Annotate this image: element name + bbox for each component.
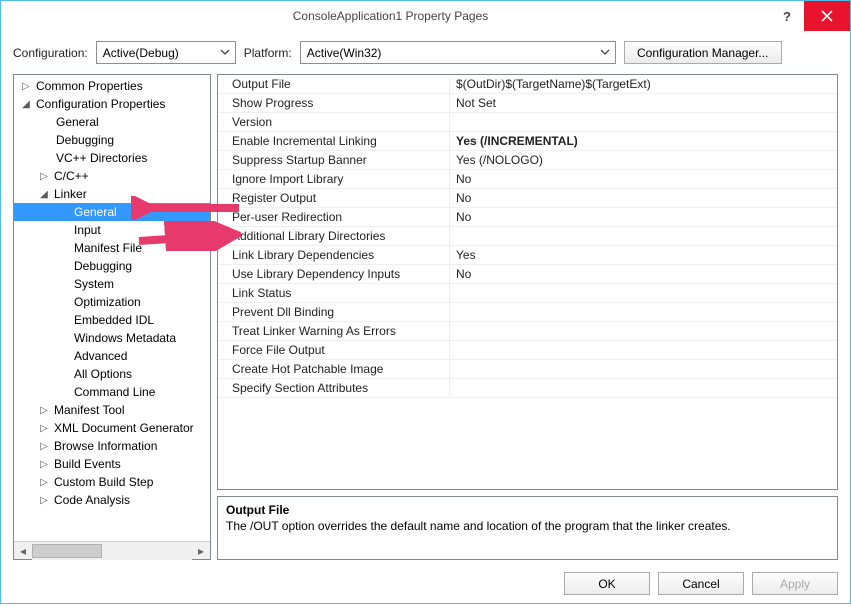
platform-value: Active(Win32) [307,46,382,60]
prop-value[interactable]: No [450,170,837,189]
tree-item-linker-optimization[interactable]: Optimization [14,293,210,311]
tree-item-code-analysis[interactable]: ▷Code Analysis [14,491,210,509]
close-icon [821,10,833,22]
prop-name: Output File [218,75,450,94]
tree[interactable]: ▷Common Properties ◢Configuration Proper… [14,75,210,541]
tree-item-configuration-properties[interactable]: ◢Configuration Properties [14,95,210,113]
prop-name: Show Progress [218,94,450,113]
prop-name: Prevent Dll Binding [218,303,450,322]
tree-item-linker-command-line[interactable]: Command Line [14,383,210,401]
tree-item-ccpp[interactable]: ▷C/C++ [14,167,210,185]
tree-item-linker-embedded-idl[interactable]: Embedded IDL [14,311,210,329]
prop-name: Create Hot Patchable Image [218,360,450,379]
apply-button[interactable]: Apply [752,572,838,595]
scroll-right-icon[interactable]: ▸ [192,542,210,560]
configuration-combo[interactable]: Active(Debug) [96,41,236,64]
platform-combo[interactable]: Active(Win32) [300,41,616,64]
tree-item-general[interactable]: General [14,113,210,131]
expand-icon[interactable]: ▷ [20,81,32,92]
platform-label: Platform: [244,46,292,60]
tree-item-linker-all-options[interactable]: All Options [14,365,210,383]
prop-name: Ignore Import Library [218,170,450,189]
collapse-icon[interactable]: ◢ [38,189,50,200]
prop-value[interactable] [450,379,837,398]
prop-name: Register Output [218,189,450,208]
chevron-down-icon [219,46,231,58]
ok-button[interactable]: OK [564,572,650,595]
prop-value[interactable]: Yes (/INCREMENTAL) [450,132,837,151]
prop-name: Version [218,113,450,132]
prop-name: Link Status [218,284,450,303]
tree-item-vcpp-directories[interactable]: VC++ Directories [14,149,210,167]
cancel-button[interactable]: Cancel [658,572,744,595]
tree-item-linker-advanced[interactable]: Advanced [14,347,210,365]
prop-value[interactable] [450,284,837,303]
close-button[interactable] [804,1,850,31]
prop-value[interactable] [450,322,837,341]
tree-hscrollbar[interactable]: ◂ ▸ [14,541,210,559]
tree-item-manifest-tool[interactable]: ▷Manifest Tool [14,401,210,419]
tree-item-xml-document-generator[interactable]: ▷XML Document Generator [14,419,210,437]
tree-item-linker-debugging[interactable]: Debugging [14,257,210,275]
prop-name: Treat Linker Warning As Errors [218,322,450,341]
prop-name: Per-user Redirection [218,208,450,227]
tree-item-linker-windows-metadata[interactable]: Windows Metadata [14,329,210,347]
tree-item-debugging[interactable]: Debugging [14,131,210,149]
description-body: The /OUT option overrides the default na… [226,519,829,533]
prop-value[interactable]: No [450,189,837,208]
tree-item-browse-information[interactable]: ▷Browse Information [14,437,210,455]
expand-icon[interactable]: ▷ [38,171,50,182]
prop-name: Force File Output [218,341,450,360]
prop-value[interactable] [450,360,837,379]
prop-value[interactable] [450,341,837,360]
titlebar: ConsoleApplication1 Property Pages ? [1,1,850,31]
prop-name: Suppress Startup Banner [218,151,450,170]
tree-item-common-properties[interactable]: ▷Common Properties [14,77,210,95]
prop-value[interactable]: No [450,265,837,284]
property-grid[interactable]: Output File$(OutDir)$(TargetName)$(Targe… [217,74,838,490]
expand-icon[interactable]: ▷ [38,405,50,416]
prop-value[interactable]: Not Set [450,94,837,113]
help-button[interactable]: ? [770,1,804,31]
prop-name: Additional Library Directories [218,227,450,246]
scroll-left-icon[interactable]: ◂ [14,542,32,560]
tree-item-linker-general[interactable]: General [14,203,210,221]
prop-value[interactable]: $(OutDir)$(TargetName)$(TargetExt) [450,75,837,94]
scroll-thumb[interactable] [32,544,102,558]
prop-name: Specify Section Attributes [218,379,450,398]
expand-icon[interactable]: ▷ [38,459,50,470]
tree-item-build-events[interactable]: ▷Build Events [14,455,210,473]
configuration-value: Active(Debug) [103,46,179,60]
configuration-manager-button[interactable]: Configuration Manager... [624,41,782,64]
prop-name: Use Library Dependency Inputs [218,265,450,284]
prop-value[interactable]: Yes (/NOLOGO) [450,151,837,170]
expand-icon[interactable]: ▷ [38,423,50,434]
expand-icon[interactable]: ▷ [38,477,50,488]
prop-value[interactable] [450,303,837,322]
tree-panel: ▷Common Properties ◢Configuration Proper… [13,74,211,560]
toolbar: Configuration: Active(Debug) Platform: A… [1,31,850,74]
description-title: Output File [226,503,829,517]
prop-name: Link Library Dependencies [218,246,450,265]
tree-item-custom-build-step[interactable]: ▷Custom Build Step [14,473,210,491]
prop-value[interactable]: No [450,208,837,227]
tree-item-linker[interactable]: ◢Linker [14,185,210,203]
expand-icon[interactable]: ▷ [38,441,50,452]
prop-value[interactable] [450,227,837,246]
prop-name: Enable Incremental Linking [218,132,450,151]
window-title: ConsoleApplication1 Property Pages [11,9,770,23]
footer: OK Cancel Apply [1,572,850,607]
collapse-icon[interactable]: ◢ [20,99,32,110]
tree-item-linker-input[interactable]: Input [14,221,210,239]
configuration-label: Configuration: [13,46,88,60]
chevron-down-icon [599,46,611,58]
tree-item-linker-system[interactable]: System [14,275,210,293]
tree-item-linker-manifest-file[interactable]: Manifest File [14,239,210,257]
prop-value[interactable]: Yes [450,246,837,265]
prop-value[interactable] [450,113,837,132]
expand-icon[interactable]: ▷ [38,495,50,506]
description-panel: Output File The /OUT option overrides th… [217,496,838,560]
